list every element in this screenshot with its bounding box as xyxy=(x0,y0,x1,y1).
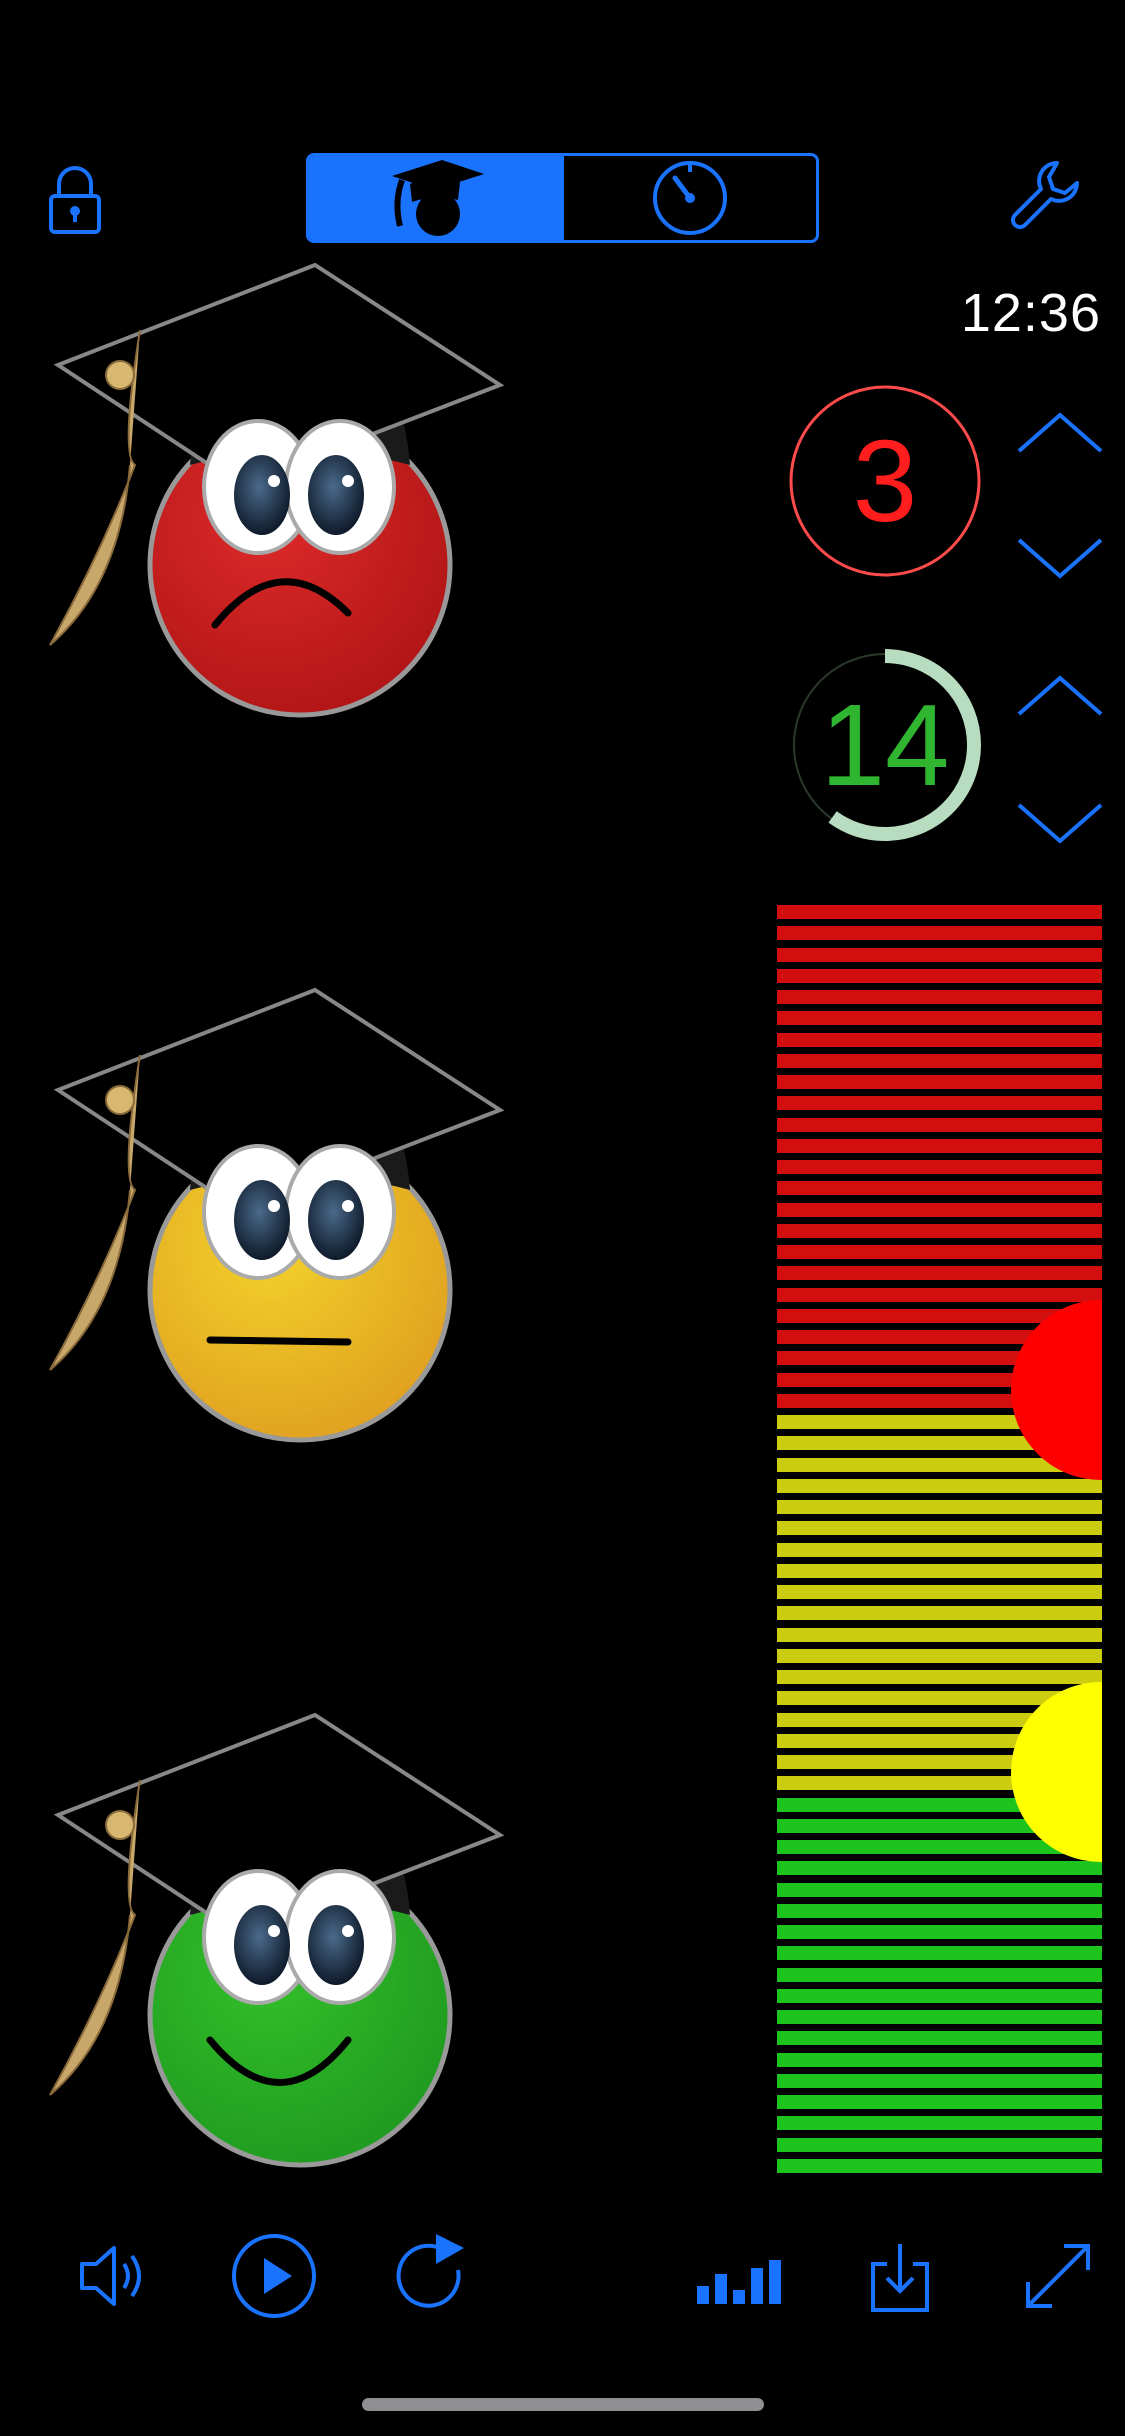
meter-stripe-green xyxy=(777,2031,1102,2046)
counter-threshold: 3 xyxy=(787,383,983,579)
meter-stripe-red xyxy=(777,1138,1102,1153)
meter-stripe-red xyxy=(777,968,1102,983)
meter-stripe-red xyxy=(777,1266,1102,1281)
counter-value: 3 xyxy=(852,416,918,546)
segment-graduation-mode[interactable] xyxy=(309,156,561,240)
counter-value: 14 xyxy=(820,680,950,810)
meter-stripe-yellow xyxy=(777,1478,1102,1493)
bar-chart-icon xyxy=(697,2260,781,2304)
meter-stripe-red xyxy=(777,1075,1102,1089)
settings-button[interactable] xyxy=(1005,155,1085,235)
face-sad xyxy=(40,255,510,725)
meter-stripe-red xyxy=(777,1096,1102,1111)
sound-button[interactable] xyxy=(66,2228,162,2324)
expand-icon xyxy=(1026,2244,1090,2308)
home-indicator[interactable] xyxy=(362,2398,764,2411)
face-graphic xyxy=(49,262,505,718)
meter-stripe-red xyxy=(777,1202,1102,1217)
meter-stripe-green xyxy=(777,2073,1102,2088)
lock-icon xyxy=(49,166,101,234)
counter-threshold-decrease-button[interactable] xyxy=(1010,530,1110,586)
meter-stripe-red xyxy=(777,990,1102,1004)
clock-time: 12:36 xyxy=(960,283,1101,343)
chevron-down-icon xyxy=(1017,803,1103,844)
meter-stripe-red xyxy=(777,1117,1102,1132)
meter-stripe-green xyxy=(777,2158,1102,2173)
meter-stripe-red xyxy=(777,1181,1102,1196)
meter-stripe-yellow xyxy=(777,1585,1102,1599)
meter-stripe-yellow xyxy=(777,1606,1102,1621)
noise-monitor-screen: 12:36 3 14 xyxy=(0,0,1125,2436)
reset-button[interactable] xyxy=(388,2228,484,2324)
meter-stripe-green xyxy=(777,1925,1102,1939)
meter-stripe-yellow xyxy=(777,1521,1102,1536)
meter-stripe-green xyxy=(777,1861,1102,1876)
stopwatch-icon xyxy=(653,161,727,235)
face-happy xyxy=(40,1705,510,2175)
play-button[interactable] xyxy=(226,2228,322,2324)
meter-stripe-green xyxy=(777,1946,1102,1961)
counter-threshold-increase-button[interactable] xyxy=(1010,405,1110,461)
meter-stripe-green xyxy=(777,1988,1102,2003)
meter-stripe-yellow xyxy=(777,1670,1102,1684)
noise-level-meter xyxy=(777,905,1102,2180)
meter-stripe-red xyxy=(777,1053,1102,1068)
meter-stripe-green xyxy=(777,2095,1102,2109)
meter-stripe-green xyxy=(777,2052,1102,2067)
meter-stripe-red xyxy=(777,1287,1102,1302)
download-icon xyxy=(871,2244,929,2312)
meter-stripe-green xyxy=(777,1903,1102,1918)
meter-stripe-yellow xyxy=(777,1563,1102,1578)
meter-stripe-red xyxy=(777,905,1102,919)
counter-seconds-decrease-button[interactable] xyxy=(1010,795,1110,851)
speaker-icon xyxy=(80,2246,141,2306)
counter-seconds: 14 xyxy=(787,647,983,843)
meter-stripe-green xyxy=(777,1882,1102,1897)
meter-marker-red[interactable] xyxy=(1011,1299,1102,1480)
meter-stripe-red xyxy=(777,1032,1102,1047)
reset-icon xyxy=(396,2234,464,2308)
meter-stripe-green xyxy=(777,2010,1102,2024)
meter-stripe-green xyxy=(777,2116,1102,2131)
face-graphic xyxy=(49,1712,505,2168)
chevron-down-icon xyxy=(1017,538,1103,579)
graduation-cap-icon xyxy=(392,160,484,236)
meter-stripe-yellow xyxy=(777,1627,1102,1642)
meter-stripe-yellow xyxy=(777,1542,1102,1557)
meter-stripe-red xyxy=(777,1160,1102,1174)
chevron-up-icon xyxy=(1017,675,1103,716)
meter-stripe-red xyxy=(777,926,1102,941)
face-graphic xyxy=(49,987,505,1443)
meter-stripe-red xyxy=(777,1245,1102,1259)
meter-stripe-green xyxy=(777,1967,1102,1982)
meter-marker-yellow[interactable] xyxy=(1011,1682,1102,1862)
face-neutral xyxy=(40,980,510,1450)
segment-timer-mode[interactable] xyxy=(561,156,816,240)
lock-button[interactable] xyxy=(40,160,110,240)
meter-stripe-red xyxy=(777,947,1102,962)
meter-stripe-red xyxy=(777,1223,1102,1238)
mode-segmented-control xyxy=(306,153,819,243)
play-icon xyxy=(232,2234,316,2318)
wrench-icon xyxy=(1010,161,1079,230)
export-button[interactable] xyxy=(852,2228,948,2324)
meter-stripe-yellow xyxy=(777,1500,1102,1514)
fullscreen-button[interactable] xyxy=(1010,2228,1106,2324)
meter-stripe-green xyxy=(777,2137,1102,2152)
meter-stripe-yellow xyxy=(777,1648,1102,1663)
chevron-up-icon xyxy=(1017,412,1103,453)
counter-seconds-increase-button[interactable] xyxy=(1010,668,1110,724)
statistics-button[interactable] xyxy=(692,2228,788,2324)
meter-stripe-red xyxy=(777,1011,1102,1026)
